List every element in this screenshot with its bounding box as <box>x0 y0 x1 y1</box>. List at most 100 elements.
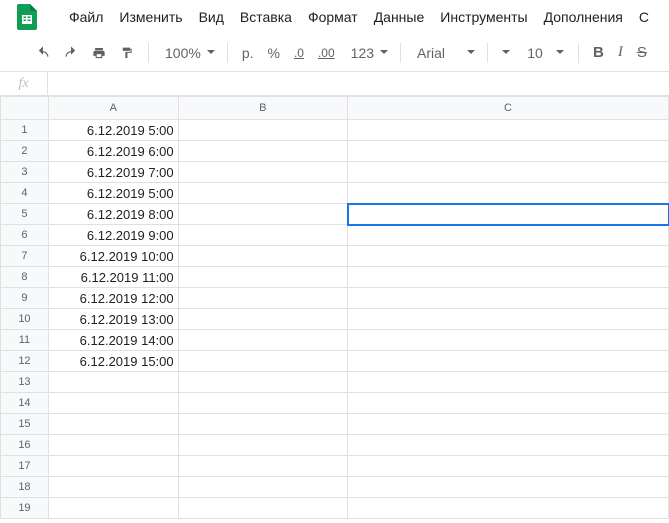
cell-B10[interactable] <box>178 309 347 330</box>
cell-B3[interactable] <box>178 162 347 183</box>
cell-B14[interactable] <box>178 393 347 414</box>
row-header[interactable]: 14 <box>1 393 49 414</box>
cell-C14[interactable] <box>348 393 669 414</box>
select-all-corner[interactable] <box>1 97 49 120</box>
row-header[interactable]: 2 <box>1 141 49 162</box>
cell-A5[interactable]: 6.12.2019 8:00 <box>48 204 178 225</box>
cell-B16[interactable] <box>178 435 347 456</box>
redo-button[interactable] <box>58 40 84 66</box>
cell-C12[interactable] <box>348 351 669 372</box>
row-header[interactable]: 19 <box>1 498 49 519</box>
percent-button[interactable]: % <box>262 45 286 61</box>
cell-A12[interactable]: 6.12.2019 15:00 <box>48 351 178 372</box>
cell-A15[interactable] <box>48 414 178 435</box>
row-header[interactable]: 16 <box>1 435 49 456</box>
font-size-combo[interactable]: 10 <box>518 41 548 65</box>
cell-B15[interactable] <box>178 414 347 435</box>
cell-A19[interactable] <box>48 498 178 519</box>
decrease-decimals-button[interactable]: .0 <box>288 46 310 60</box>
cell-A11[interactable]: 6.12.2019 14:00 <box>48 330 178 351</box>
row-header[interactable]: 4 <box>1 183 49 204</box>
menu-tools[interactable]: Инструменты <box>433 5 534 29</box>
row-header[interactable]: 10 <box>1 309 49 330</box>
column-header-B[interactable]: B <box>178 97 347 120</box>
menu-data[interactable]: Данные <box>367 5 432 29</box>
cell-C8[interactable] <box>348 267 669 288</box>
row-header[interactable]: 8 <box>1 267 49 288</box>
cell-C4[interactable] <box>348 183 669 204</box>
number-format-combo[interactable]: 123 <box>343 41 392 65</box>
cell-C10[interactable] <box>348 309 669 330</box>
currency-button[interactable]: р. <box>236 45 260 61</box>
cell-A16[interactable] <box>48 435 178 456</box>
row-header[interactable]: 7 <box>1 246 49 267</box>
row-header[interactable]: 12 <box>1 351 49 372</box>
menu-format[interactable]: Формат <box>301 5 365 29</box>
cell-C9[interactable] <box>348 288 669 309</box>
cell-C7[interactable] <box>348 246 669 267</box>
cell-B1[interactable] <box>178 120 347 141</box>
menu-help[interactable]: С <box>632 5 656 29</box>
menu-insert[interactable]: Вставка <box>233 5 299 29</box>
italic-button[interactable]: I <box>612 44 629 61</box>
font-combo[interactable]: Arial <box>409 41 479 65</box>
row-header[interactable]: 17 <box>1 456 49 477</box>
row-header[interactable]: 3 <box>1 162 49 183</box>
row-header[interactable]: 15 <box>1 414 49 435</box>
cell-C15[interactable] <box>348 414 669 435</box>
cell-A17[interactable] <box>48 456 178 477</box>
cell-B5[interactable] <box>178 204 347 225</box>
cell-C18[interactable] <box>348 477 669 498</box>
row-header[interactable]: 13 <box>1 372 49 393</box>
increase-decimals-button[interactable]: .00 <box>312 46 341 60</box>
cell-C3[interactable] <box>348 162 669 183</box>
row-header[interactable]: 9 <box>1 288 49 309</box>
row-header[interactable]: 1 <box>1 120 49 141</box>
cell-B9[interactable] <box>178 288 347 309</box>
print-button[interactable] <box>86 40 112 66</box>
undo-button[interactable] <box>30 40 56 66</box>
paint-format-button[interactable] <box>114 40 140 66</box>
cell-C5[interactable] <box>348 204 669 225</box>
formula-input[interactable] <box>48 72 669 95</box>
row-header[interactable]: 6 <box>1 225 49 246</box>
sheets-logo-icon[interactable] <box>16 3 38 31</box>
bold-button[interactable]: B <box>587 44 610 61</box>
cell-A18[interactable] <box>48 477 178 498</box>
column-header-A[interactable]: A <box>48 97 178 120</box>
cell-C1[interactable] <box>348 120 669 141</box>
row-header[interactable]: 18 <box>1 477 49 498</box>
menu-view[interactable]: Вид <box>192 5 231 29</box>
cell-B13[interactable] <box>178 372 347 393</box>
cell-B7[interactable] <box>178 246 347 267</box>
cell-C13[interactable] <box>348 372 669 393</box>
cell-A4[interactable]: 6.12.2019 5:00 <box>48 183 178 204</box>
cell-A13[interactable] <box>48 372 178 393</box>
cell-A2[interactable]: 6.12.2019 6:00 <box>48 141 178 162</box>
cell-B11[interactable] <box>178 330 347 351</box>
cell-C19[interactable] <box>348 498 669 519</box>
cell-A3[interactable]: 6.12.2019 7:00 <box>48 162 178 183</box>
zoom-combo[interactable]: 100% <box>157 41 219 65</box>
cell-A6[interactable]: 6.12.2019 9:00 <box>48 225 178 246</box>
cell-B8[interactable] <box>178 267 347 288</box>
strikethrough-button[interactable]: S <box>631 44 653 61</box>
cell-C11[interactable] <box>348 330 669 351</box>
font-size-decrease[interactable] <box>496 50 516 55</box>
cell-B2[interactable] <box>178 141 347 162</box>
row-header[interactable]: 11 <box>1 330 49 351</box>
cell-C6[interactable] <box>348 225 669 246</box>
cell-C16[interactable] <box>348 435 669 456</box>
cell-A9[interactable]: 6.12.2019 12:00 <box>48 288 178 309</box>
menu-file[interactable]: Файл <box>62 5 110 29</box>
cell-C2[interactable] <box>348 141 669 162</box>
cell-C17[interactable] <box>348 456 669 477</box>
spreadsheet-grid[interactable]: A B C 16.12.2019 5:0026.12.2019 6:0036.1… <box>0 96 669 519</box>
row-header[interactable]: 5 <box>1 204 49 225</box>
cell-A10[interactable]: 6.12.2019 13:00 <box>48 309 178 330</box>
cell-B19[interactable] <box>178 498 347 519</box>
cell-B6[interactable] <box>178 225 347 246</box>
cell-A7[interactable]: 6.12.2019 10:00 <box>48 246 178 267</box>
cell-B18[interactable] <box>178 477 347 498</box>
cell-A8[interactable]: 6.12.2019 11:00 <box>48 267 178 288</box>
